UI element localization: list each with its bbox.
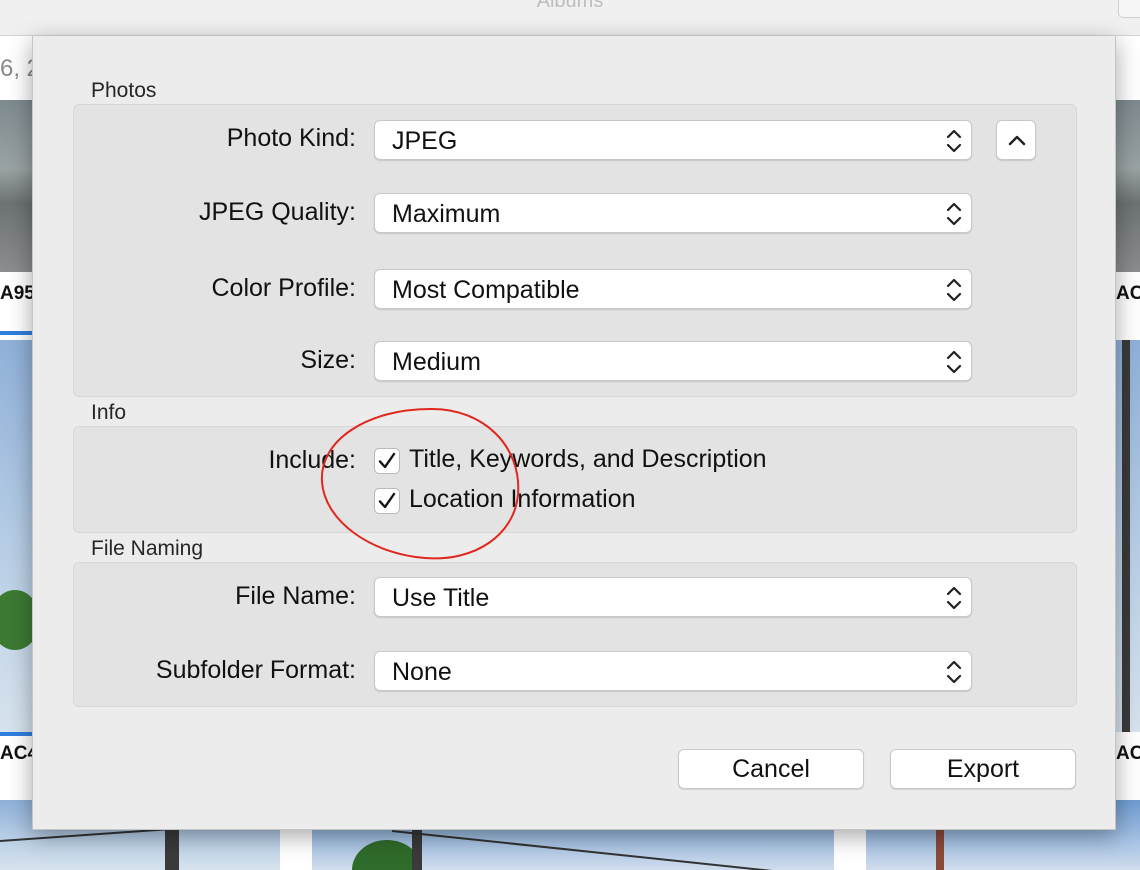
photo-thumbnail[interactable] xyxy=(0,100,32,272)
file-name-popup[interactable]: Use Title xyxy=(374,577,972,617)
checkmark-icon xyxy=(378,492,396,509)
up-down-chevron-icon xyxy=(946,202,962,226)
subfolder-format-label: Subfolder Format: xyxy=(155,656,356,684)
section-title-photos: Photos xyxy=(91,79,157,102)
section-title-file-naming: File Naming xyxy=(91,537,204,560)
size-popup[interactable]: Medium xyxy=(374,341,972,381)
color-profile-popup[interactable]: Most Compatible xyxy=(374,269,972,309)
photo-thumbnail[interactable] xyxy=(1116,340,1140,732)
export-button[interactable]: Export xyxy=(890,749,1076,789)
window-title: Albums xyxy=(536,0,604,12)
title-keywords-label: Title, Keywords, and Description xyxy=(409,445,767,473)
titlebar-button[interactable] xyxy=(1118,0,1140,18)
color-profile-value: Most Compatible xyxy=(392,276,580,304)
photo-kind-value: JPEG xyxy=(392,127,458,155)
jpeg-quality-value: Maximum xyxy=(392,200,501,228)
size-value: Medium xyxy=(392,348,481,376)
up-down-chevron-icon xyxy=(946,660,962,684)
photo-label: AC3 xyxy=(1116,283,1140,304)
location-checkbox[interactable] xyxy=(374,488,400,514)
up-down-chevron-icon xyxy=(946,350,962,374)
location-label: Location Information xyxy=(409,485,636,513)
cancel-button[interactable]: Cancel xyxy=(678,749,864,789)
subfolder-format-value: None xyxy=(392,658,452,686)
photo-label: AC8 xyxy=(1116,743,1140,764)
subfolder-format-popup[interactable]: None xyxy=(374,651,972,691)
photo-label: A95 xyxy=(0,283,35,304)
chevron-up-icon xyxy=(1008,135,1026,146)
title-keywords-checkbox[interactable] xyxy=(374,448,400,474)
collapse-button[interactable] xyxy=(996,120,1036,160)
export-sheet: Photos Photo Kind: JPEG JPEG Quality: Ma… xyxy=(32,36,1116,830)
photo-thumbnail[interactable] xyxy=(0,340,32,732)
size-label: Size: xyxy=(300,346,356,374)
checkmark-icon xyxy=(378,452,396,469)
photo-kind-label: Photo Kind: xyxy=(226,124,356,152)
background-titlebar: Albums xyxy=(0,0,1140,36)
jpeg-quality-label: JPEG Quality: xyxy=(199,198,356,226)
up-down-chevron-icon xyxy=(946,129,962,153)
info-group xyxy=(73,426,1077,533)
up-down-chevron-icon xyxy=(946,278,962,302)
up-down-chevron-icon xyxy=(946,586,962,610)
selection-indicator xyxy=(0,331,32,335)
photo-kind-popup[interactable]: JPEG xyxy=(374,120,972,160)
include-label: Include: xyxy=(268,446,356,474)
file-name-value: Use Title xyxy=(392,584,490,612)
jpeg-quality-popup[interactable]: Maximum xyxy=(374,193,972,233)
selection-indicator xyxy=(0,732,32,736)
color-profile-label: Color Profile: xyxy=(211,274,357,302)
photo-thumbnail[interactable] xyxy=(1116,100,1140,272)
file-name-label: File Name: xyxy=(235,582,356,610)
section-title-info: Info xyxy=(91,401,127,424)
